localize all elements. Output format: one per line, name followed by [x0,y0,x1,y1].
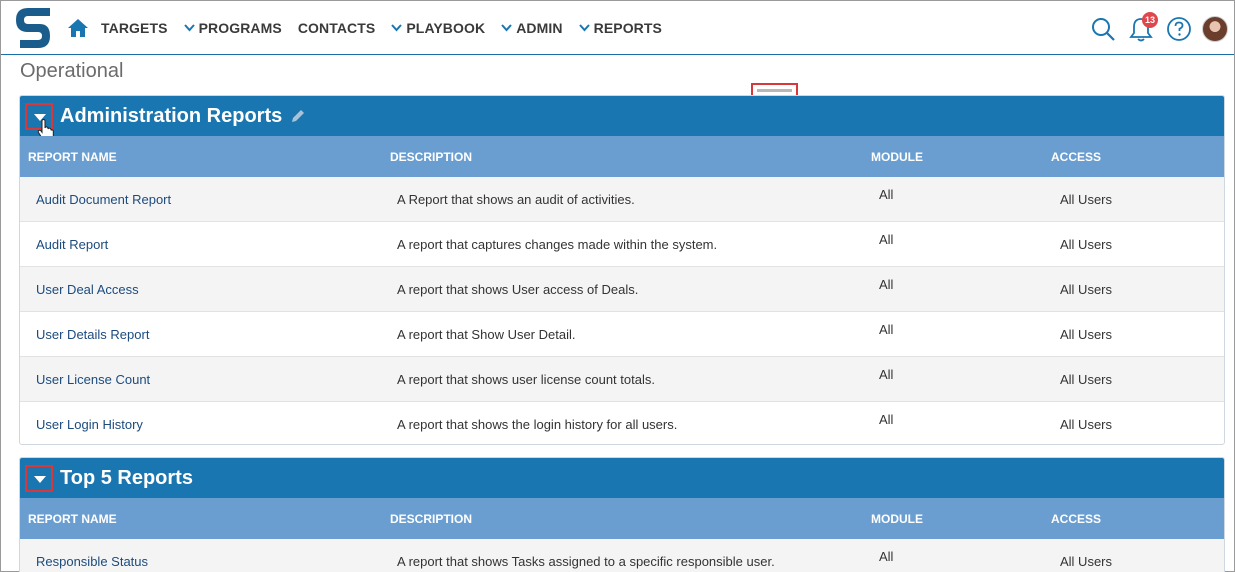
nav-reports-label: REPORTS [593,20,662,36]
table-row: Audit Document Report A Report that show… [20,177,1224,222]
column-access[interactable]: ACCESS [1051,150,1101,164]
report-module: All [879,232,894,247]
chevron-down-icon [183,24,195,32]
collapse-toggle-button[interactable] [25,465,53,492]
nav-programs-label: PROGRAMS [198,20,282,36]
table-row: Responsible Status A report that shows T… [20,539,1224,572]
report-description: A report that shows the login history fo… [397,417,678,432]
report-module: All [879,322,894,337]
report-name-link[interactable]: User Details Report [36,327,149,342]
report-access: All Users [1060,282,1113,297]
column-header-row: REPORT NAME DESCRIPTION MODULE ACCESS [20,136,1224,177]
report-name-link[interactable]: User Deal Access [36,282,139,297]
column-module[interactable]: MODULE [871,512,923,526]
nav-targets-label: TARGETS [101,20,168,36]
nav-targets[interactable]: TARGETS [101,20,168,36]
search-button[interactable] [1090,16,1116,42]
nav-admin[interactable]: ADMIN [501,20,563,36]
table-row: User Details Report A report that Show U… [20,312,1224,357]
home-icon[interactable] [67,18,89,38]
drag-handle-grip [757,89,792,92]
caret-down-icon [34,476,46,483]
nav-programs[interactable]: PROGRAMS [183,20,282,36]
column-module[interactable]: MODULE [871,150,923,164]
chevron-down-icon [501,24,512,32]
section-top-5-reports: Top 5 Reports REPORT NAME DESCRIPTION MO… [19,457,1225,572]
report-access: All Users [1060,327,1113,342]
notifications-button[interactable]: 13 [1128,12,1158,42]
edit-pencil-icon[interactable] [289,107,307,125]
help-icon [1167,17,1191,41]
report-name-link[interactable]: Audit Document Report [36,192,171,207]
main-nav: TARGETS PROGRAMS CONTACTS PLAYBOOK ADMIN… [101,1,678,55]
report-description: A report that Show User Detail. [397,327,576,342]
section-administration-reports: Administration Reports REPORT NAME DESCR… [19,95,1225,445]
column-description[interactable]: DESCRIPTION [390,512,472,526]
app-logo[interactable] [14,6,54,50]
report-name-link[interactable]: Audit Report [36,237,108,252]
nav-playbook-label: PLAYBOOK [406,20,486,36]
column-report-name[interactable]: REPORT NAME [28,150,117,164]
report-description: A report that shows user license count t… [397,372,655,387]
nav-reports[interactable]: REPORTS [578,20,662,36]
column-description[interactable]: DESCRIPTION [390,150,472,164]
report-description: A Report that shows an audit of activiti… [397,192,635,207]
nav-contacts-label: CONTACTS [297,20,376,36]
report-name-link[interactable]: Responsible Status [36,554,148,569]
report-access: All Users [1060,192,1113,207]
chevron-down-icon [578,24,590,32]
section-header: Administration Reports [20,96,1224,141]
column-access[interactable]: ACCESS [1051,512,1101,526]
report-name-link[interactable]: User License Count [36,372,150,387]
section-header: Top 5 Reports [20,458,1224,498]
table-row: User Login History A report that shows t… [20,402,1224,444]
table-row: User License Count A report that shows u… [20,357,1224,402]
nav-admin-label: ADMIN [516,20,563,36]
report-module: All [879,367,894,382]
report-module: All [879,549,894,564]
page-title: Operational [20,60,124,82]
column-header-row: REPORT NAME DESCRIPTION MODULE ACCESS [20,498,1224,539]
report-access: All Users [1060,372,1113,387]
report-description: A report that shows User access of Deals… [397,282,639,297]
table-row: Audit Report A report that captures chan… [20,222,1224,267]
search-icon [1092,18,1115,41]
report-name-link[interactable]: User Login History [36,417,143,432]
report-description: A report that shows Tasks assigned to a … [397,554,775,569]
report-access: All Users [1060,237,1113,252]
report-access: All Users [1060,417,1113,432]
help-button[interactable] [1166,16,1192,42]
report-description: A report that captures changes made with… [397,237,718,252]
report-module: All [879,277,894,292]
chevron-down-icon [391,24,403,32]
section-title: Top 5 Reports [60,467,193,489]
section-title: Administration Reports [60,105,283,127]
table-row: User Deal Access A report that shows Use… [20,267,1224,312]
top-navigation-bar: TARGETS PROGRAMS CONTACTS PLAYBOOK ADMIN… [1,1,1234,55]
user-avatar[interactable] [1202,16,1228,42]
report-module: All [879,412,894,427]
nav-contacts[interactable]: CONTACTS [298,20,376,36]
notification-count-badge: 13 [1142,12,1158,28]
nav-utility-area: 13 [1078,11,1228,47]
nav-playbook[interactable]: PLAYBOOK [391,20,485,36]
report-access: All Users [1060,554,1113,569]
report-module: All [879,187,894,202]
column-report-name[interactable]: REPORT NAME [28,512,117,526]
